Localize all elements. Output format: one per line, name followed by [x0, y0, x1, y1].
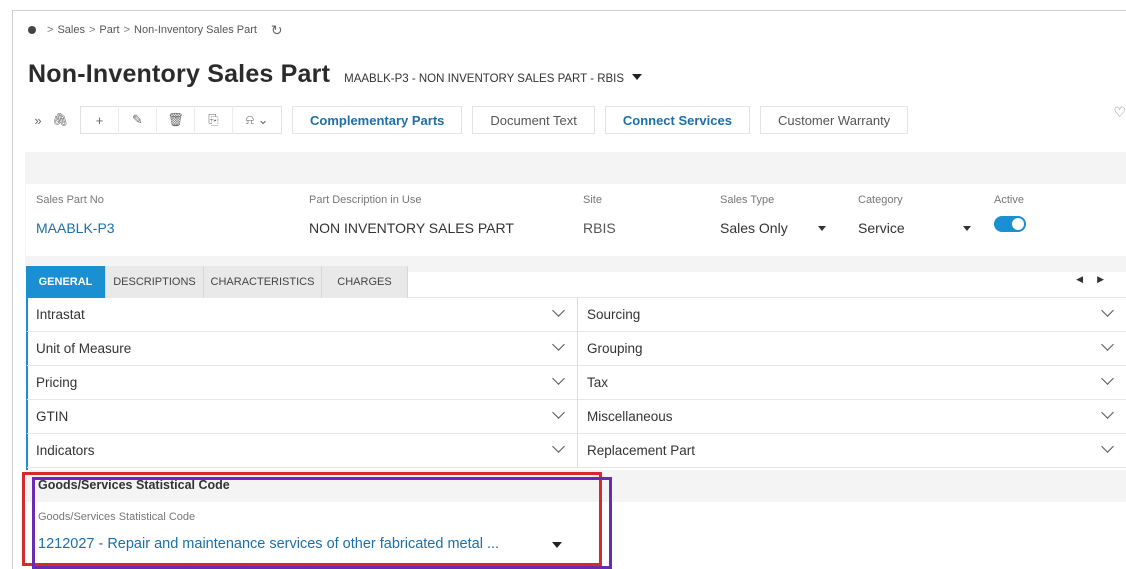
site-value: RBIS: [583, 220, 616, 236]
record-selector[interactable]: MAABLK-P3 - NON INVENTORY SALES PART - R…: [344, 73, 624, 85]
chevron-down-icon[interactable]: [552, 372, 565, 385]
copy-icon[interactable]: ⎘: [195, 106, 233, 134]
chevron-down-icon[interactable]: [552, 338, 565, 351]
group-sourcing[interactable]: Sourcing: [578, 298, 1126, 332]
field-site: Site RBIS: [583, 194, 616, 236]
tab-descriptions[interactable]: DESCRIPTIONS: [106, 266, 204, 298]
group-label: Grouping: [587, 341, 643, 356]
document-text-button[interactable]: Document Text: [472, 106, 595, 134]
caret-down-icon[interactable]: [632, 74, 643, 80]
chevron-down-icon[interactable]: [552, 440, 565, 453]
toolbar: » 🖇 + ✎ 🗑 ⎘ ⍾ ⌄ Complementary Parts Docu…: [24, 106, 909, 134]
sales-type-select[interactable]: Sales Only: [720, 220, 826, 236]
group-pricing[interactable]: Pricing: [27, 366, 578, 400]
group-indicators[interactable]: Indicators: [27, 434, 578, 468]
breadcrumb: > Sales > Part > Non-Inventory Sales Par…: [28, 20, 283, 40]
refresh-icon[interactable]: ↻: [271, 22, 283, 39]
sales-type-label: Sales Type: [720, 194, 775, 206]
breadcrumb-separator: >: [47, 24, 54, 36]
sales-part-no-value[interactable]: MAABLK-P3: [36, 220, 115, 236]
chevron-down-icon[interactable]: [552, 304, 565, 317]
group-label: Miscellaneous: [587, 409, 673, 424]
chevron-down-icon[interactable]: [1101, 440, 1114, 453]
group-label: Intrastat: [36, 307, 85, 322]
group-label: Sourcing: [587, 307, 641, 322]
active-label: Active: [994, 194, 1024, 206]
title-row: Non-Inventory Sales Part MAABLK-P3 - NON…: [28, 60, 643, 89]
group-unit-of-measure[interactable]: Unit of Measure: [27, 332, 578, 366]
field-sales-part-no: Sales Part No MAABLK-P3: [36, 194, 115, 236]
bell-menu-icon[interactable]: ⍾ ⌄: [233, 106, 281, 134]
field-description: Part Description in Use NON INVENTORY SA…: [309, 194, 514, 236]
category-select[interactable]: Service: [858, 220, 971, 236]
group-miscellaneous[interactable]: Miscellaneous: [578, 400, 1126, 434]
highlight-box-purple: [32, 477, 612, 569]
tab-bar: GENERAL DESCRIPTIONS CHARACTERISTICS CHA…: [26, 264, 1126, 298]
field-category: Category Service: [858, 194, 971, 236]
caret-down-icon[interactable]: [817, 226, 826, 231]
group-label: Indicators: [36, 443, 95, 458]
group-gtin[interactable]: GTIN: [27, 400, 578, 434]
field-sales-type: Sales Type Sales Only: [720, 194, 826, 236]
breadcrumb-separator: >: [88, 24, 96, 36]
group-grouping[interactable]: Grouping: [578, 332, 1126, 366]
field-active: Active: [994, 194, 1026, 232]
tab-scroll-arrows[interactable]: ◀▶: [1076, 274, 1118, 285]
chevron-down-icon[interactable]: [552, 406, 565, 419]
group-label: Replacement Part: [587, 443, 696, 458]
group-label: Pricing: [36, 375, 78, 390]
favorite-heart-icon[interactable]: ♡: [1113, 104, 1126, 121]
breadcrumb-separator: >: [123, 24, 131, 36]
group-label: Tax: [587, 375, 609, 390]
delete-icon[interactable]: 🗑: [157, 106, 195, 134]
active-toggle[interactable]: [994, 216, 1026, 232]
description-value: NON INVENTORY SALES PART: [309, 220, 514, 236]
attachment-icon[interactable]: 🖇: [46, 106, 74, 134]
breadcrumb-item-part[interactable]: Part: [99, 24, 119, 36]
page-title: Non-Inventory Sales Part: [28, 60, 331, 88]
chevron-down-icon[interactable]: [1101, 372, 1114, 385]
category-label: Category: [858, 194, 903, 206]
sales-part-no-label: Sales Part No: [36, 194, 104, 206]
group-label: Unit of Measure: [36, 341, 132, 356]
tab-general[interactable]: GENERAL: [26, 266, 106, 298]
add-icon[interactable]: +: [81, 106, 119, 134]
group-label: GTIN: [36, 409, 69, 424]
chevron-down-icon[interactable]: [1101, 406, 1114, 419]
sales-type-value: Sales Only: [720, 220, 788, 236]
breadcrumb-item-current[interactable]: Non-Inventory Sales Part: [134, 24, 257, 36]
group-tax[interactable]: Tax: [578, 366, 1126, 400]
description-label: Part Description in Use: [309, 194, 422, 206]
category-value: Service: [858, 220, 905, 236]
home-dot-icon[interactable]: [28, 26, 36, 34]
tab-charges[interactable]: CHARGES: [322, 266, 408, 298]
header-fields: Sales Part No MAABLK-P3 Part Description…: [26, 184, 1126, 256]
caret-down-icon[interactable]: [962, 226, 971, 231]
group-replacement-part[interactable]: Replacement Part: [578, 434, 1126, 468]
chevron-down-icon[interactable]: [1101, 304, 1114, 317]
connect-services-button[interactable]: Connect Services: [604, 106, 750, 134]
site-label: Site: [583, 194, 602, 206]
complementary-parts-button[interactable]: Complementary Parts: [292, 106, 463, 134]
customer-warranty-button[interactable]: Customer Warranty: [759, 106, 909, 134]
breadcrumb-item-sales[interactable]: Sales: [57, 24, 85, 36]
chevron-down-icon[interactable]: [1101, 338, 1114, 351]
edit-icon[interactable]: ✎: [119, 106, 157, 134]
group-intrastat[interactable]: Intrastat: [27, 298, 578, 332]
tab-characteristics[interactable]: CHARACTERISTICS: [204, 266, 322, 298]
record-actions: + ✎ 🗑 ⎘ ⍾ ⌄: [80, 106, 282, 134]
